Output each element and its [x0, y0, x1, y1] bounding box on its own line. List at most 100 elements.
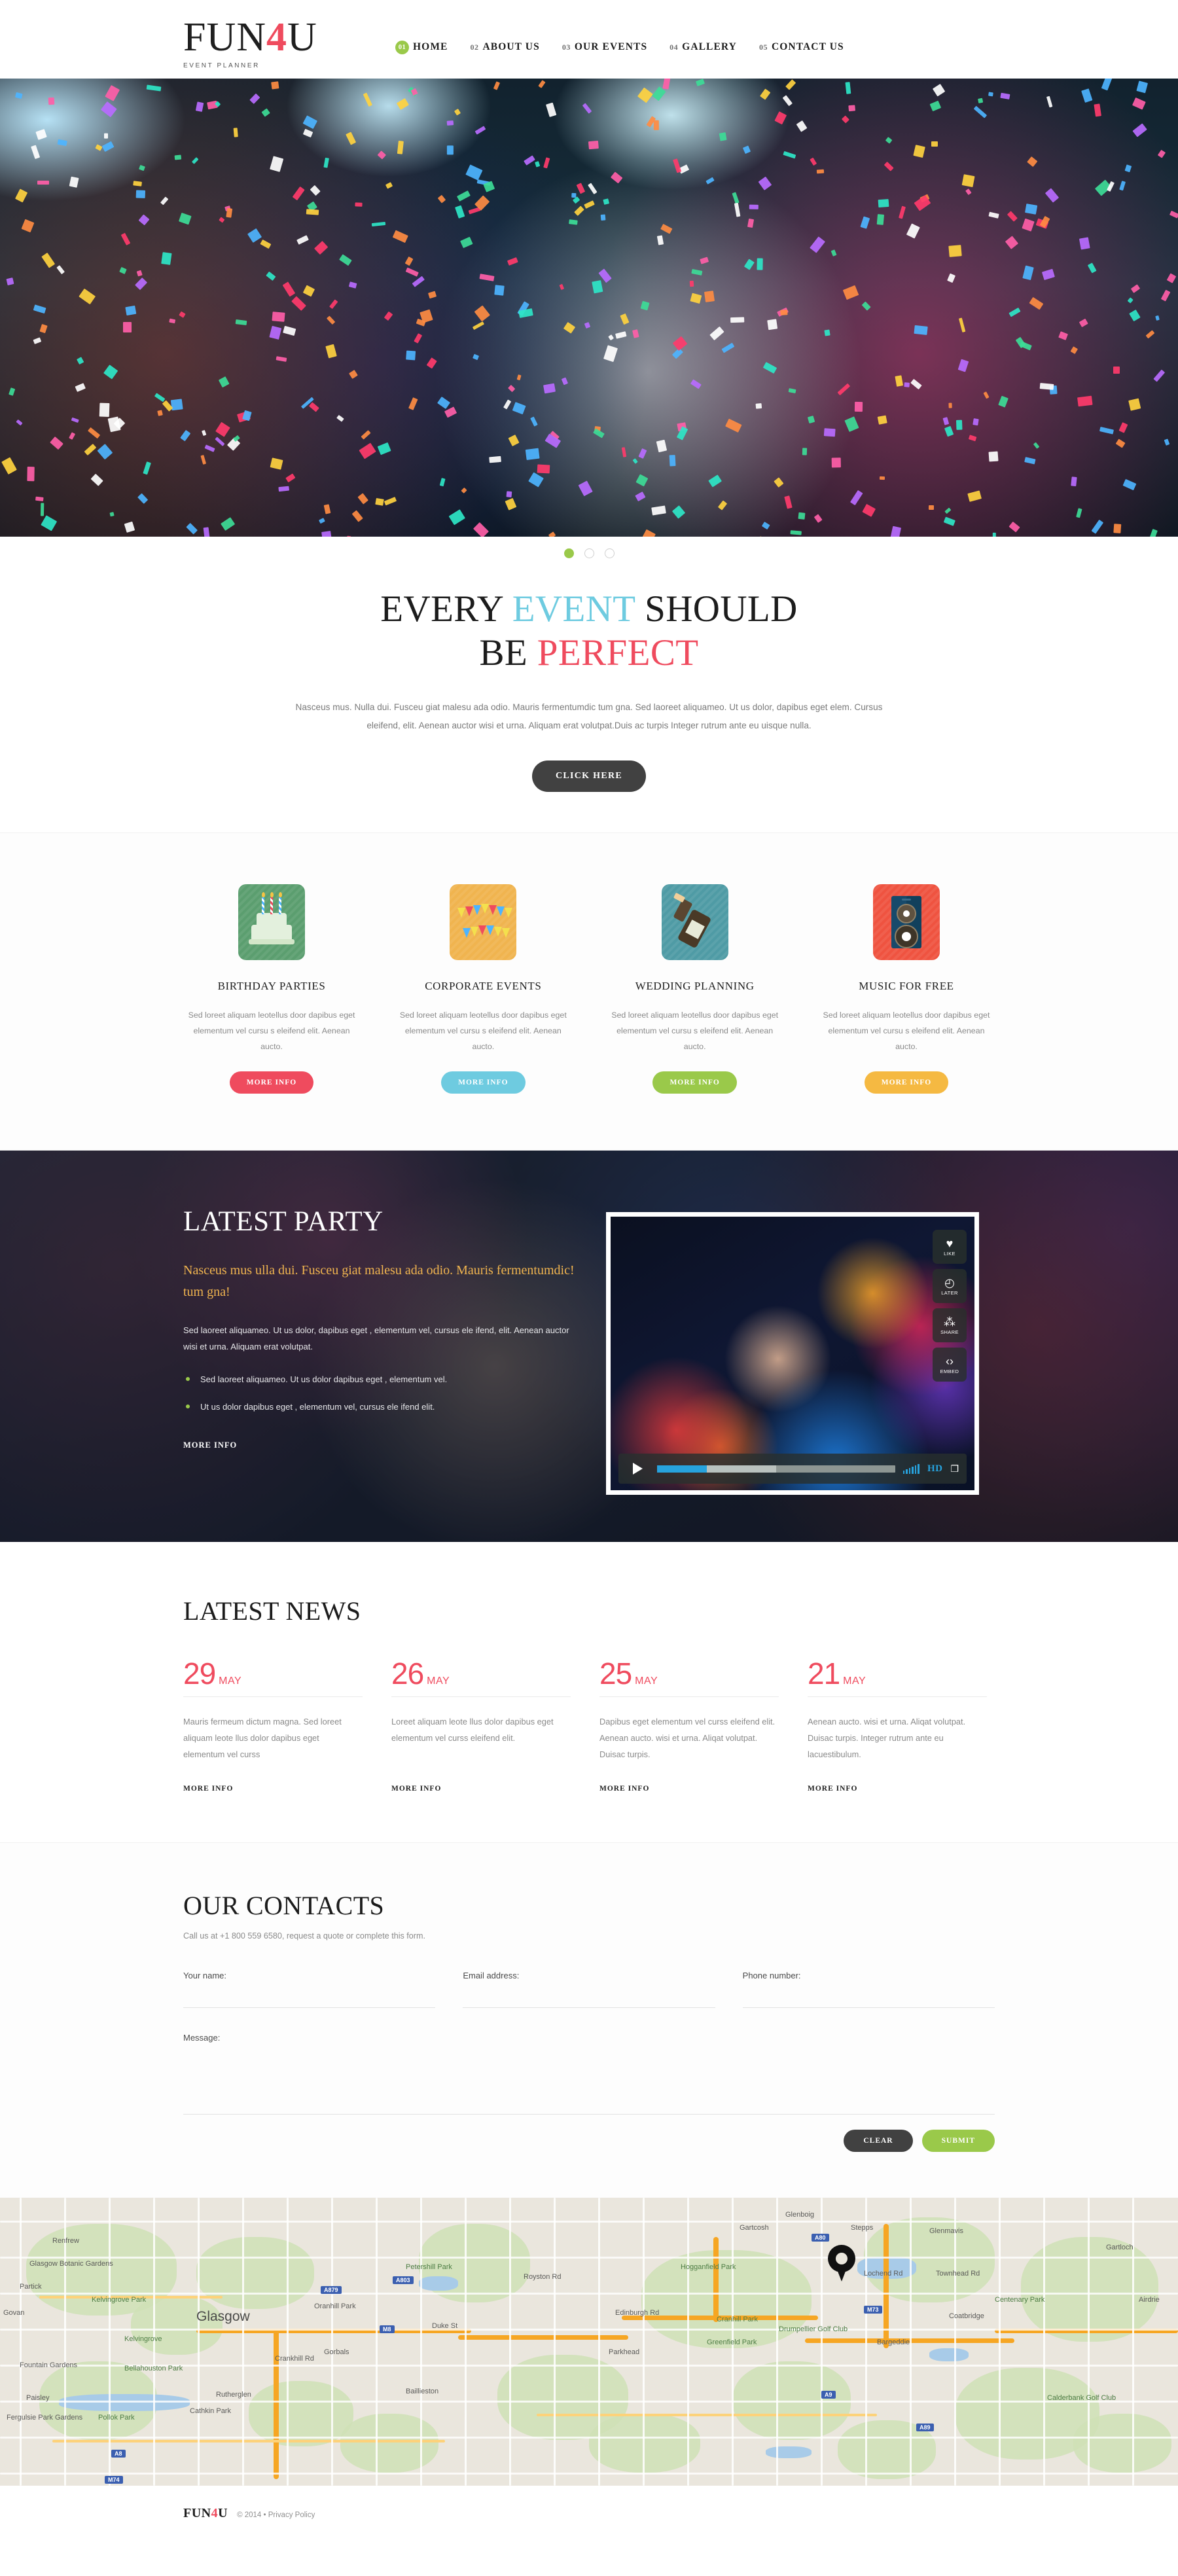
map-road-shield: A89: [916, 2423, 934, 2431]
map-label: Gorbals: [324, 2348, 349, 2356]
video-embed-button[interactable]: ‹› EMBED: [933, 1348, 967, 1382]
location-pin-icon[interactable]: [828, 2244, 855, 2281]
map-street: [0, 2292, 1178, 2295]
nav-item-label: GALLERY: [682, 41, 737, 53]
map-water: [766, 2446, 812, 2458]
heart-icon: ♥: [946, 1236, 954, 1250]
service-more-info-button[interactable]: MORE INFO: [229, 1071, 314, 1094]
click-here-button[interactable]: CLICK HERE: [531, 760, 647, 792]
news-day: 26: [391, 1656, 424, 1691]
map-label: Bargeddie: [877, 2338, 910, 2346]
news-more-info-link[interactable]: MORE INFO: [391, 1785, 441, 1793]
news-item: 21 MAY Aenean aucto. wisi et urna. Aliqat …: [808, 1656, 987, 1793]
service-card: MUSIC FOR FREE Sed loreet aliquam leotell…: [818, 884, 995, 1094]
map-road-shield: A803: [393, 2276, 414, 2284]
slider-dot-2[interactable]: [584, 548, 594, 558]
map-label: Pollok Park: [98, 2413, 135, 2422]
footer-logo[interactable]: FUN4U: [183, 2506, 228, 2521]
copyright-text: © 2014 •: [237, 2511, 266, 2520]
services-row: BIRTHDAY PARTIES Sed loreet aliquam leote…: [183, 884, 995, 1094]
map-label: Gartloch: [1106, 2243, 1133, 2251]
service-more-info-button[interactable]: MORE INFO: [652, 1071, 737, 1094]
map-label: Petershill Park: [406, 2263, 452, 2271]
service-more-info-button[interactable]: MORE INFO: [441, 1071, 526, 1094]
email-input[interactable]: [463, 1989, 715, 2008]
map-label: Lochend Rd: [864, 2269, 903, 2278]
location-map[interactable]: Glasgow Glasgow Botanic Gardens Partick Gov…: [0, 2197, 1178, 2486]
map-street: [999, 2197, 1001, 2486]
map-label: Drumpellier Golf Club: [779, 2325, 848, 2333]
party-bullet-item: Ut us dolor dapibus eget , elementum vel…: [183, 1400, 576, 1414]
message-input[interactable]: [183, 2051, 995, 2115]
slider-dot-1[interactable]: [563, 548, 574, 558]
name-input[interactable]: [183, 1989, 436, 2008]
nav-item-about-us[interactable]: 02 ABOUT US: [470, 41, 539, 53]
party-more-info-link[interactable]: MORE INFO: [183, 1440, 237, 1450]
speaker-icon: [872, 884, 940, 960]
map-label: Rutherglen: [216, 2390, 251, 2399]
news-month: MAY: [843, 1675, 866, 1687]
news-more-info-link[interactable]: MORE INFO: [808, 1785, 857, 1793]
service-more-info-button[interactable]: MORE INFO: [864, 1071, 949, 1094]
map-label: Kelvingrove: [124, 2334, 162, 2343]
video-player[interactable]: ♥ LIKE ◴ LATER ⁂ SHARE ‹› EMBED HD ❒: [606, 1212, 979, 1495]
nav-item-our-events[interactable]: 03 OUR EVENTS: [562, 41, 647, 53]
news-heading: LATEST NEWS: [183, 1596, 361, 1626]
nav-item-label: OUR EVENTS: [574, 41, 648, 53]
phone-field-group: Phone number:: [742, 1970, 995, 2008]
map-label: Coatbridge: [949, 2312, 984, 2320]
map-street: [242, 2197, 244, 2486]
main-navigation: 01 HOME 02 ABOUT US 03 OUR EVENTS 04 GALLERY 05 C…: [395, 9, 844, 54]
volume-icon[interactable]: [902, 1463, 919, 1474]
video-later-button[interactable]: ◴ LATER: [933, 1269, 967, 1304]
map-a-road: [52, 2439, 445, 2442]
logo-part2: U: [287, 14, 317, 60]
privacy-policy-link[interactable]: Privacy Policy: [268, 2511, 315, 2519]
news-item: 26 MAY Loreet aliquam leote llus dolor dap…: [391, 1656, 571, 1793]
service-description: Sed loreet aliquam leotellus door dapibu…: [188, 1010, 355, 1052]
quality-badge-hd[interactable]: HD: [927, 1463, 943, 1475]
video-button-label: LIKE: [944, 1250, 955, 1257]
fullscreen-icon[interactable]: ❒: [950, 1463, 959, 1475]
nav-item-contact-us[interactable]: 05 CONTACT US: [759, 41, 844, 53]
phone-input[interactable]: [742, 1989, 995, 2008]
contact-form: Your name: Email address: Phone number: …: [183, 1971, 995, 2152]
map-street: [0, 2220, 1178, 2223]
nav-item-gallery[interactable]: 04 GALLERY: [669, 41, 737, 53]
map-label: Airdrie: [1139, 2295, 1160, 2304]
phone-label: Phone number:: [742, 1970, 801, 1980]
map-a-road: [537, 2413, 877, 2416]
news-day: 21: [808, 1656, 840, 1691]
slider-dot-3[interactable]: [604, 548, 615, 558]
service-card: BIRTHDAY PARTIES Sed loreet aliquam leote…: [183, 884, 360, 1094]
map-label: Cranhill Park: [717, 2315, 758, 2323]
video-side-actions: ♥ LIKE ◴ LATER ⁂ SHARE ‹› EMBED: [933, 1230, 967, 1382]
logo[interactable]: FUN4U EVENT PLANNER: [183, 9, 353, 70]
map-street: [509, 2197, 511, 2486]
map-street: [0, 2400, 1178, 2403]
clear-button[interactable]: CLEAR: [844, 2129, 913, 2152]
map-water: [929, 2348, 969, 2361]
video-share-button[interactable]: ⁂ SHARE: [933, 1308, 967, 1343]
news-more-info-link[interactable]: MORE INFO: [599, 1785, 649, 1793]
title-word-be: BE: [479, 632, 528, 673]
map-road-shield: A879: [321, 2285, 342, 2294]
news-more-info-link[interactable]: MORE INFO: [183, 1785, 233, 1793]
map-street: [0, 2436, 1178, 2439]
service-card: WEDDING PLANNING Sed loreet aliquam leote…: [607, 884, 783, 1094]
map-street: [910, 2197, 912, 2486]
submit-button[interactable]: SUBMIT: [921, 2129, 995, 2152]
video-progress-scrubber[interactable]: [657, 1465, 895, 1473]
map-road-shield: M8: [380, 2325, 395, 2333]
clock-icon: ◴: [944, 1276, 955, 1289]
message-label: Message:: [183, 2032, 221, 2043]
nav-item-home[interactable]: 01 HOME: [395, 40, 448, 54]
party-bullet-item: Sed laoreet aliquameo. Ut us dolor dapib…: [183, 1372, 576, 1387]
map-label: Oranhill Park: [314, 2302, 356, 2310]
map-green-area: [131, 2295, 223, 2355]
map-label: Greenfield Park: [707, 2338, 757, 2346]
video-like-button[interactable]: ♥ LIKE: [933, 1230, 967, 1264]
map-street: [0, 2472, 1178, 2475]
hero-slider[interactable]: [0, 79, 1178, 537]
play-icon[interactable]: [633, 1463, 643, 1475]
